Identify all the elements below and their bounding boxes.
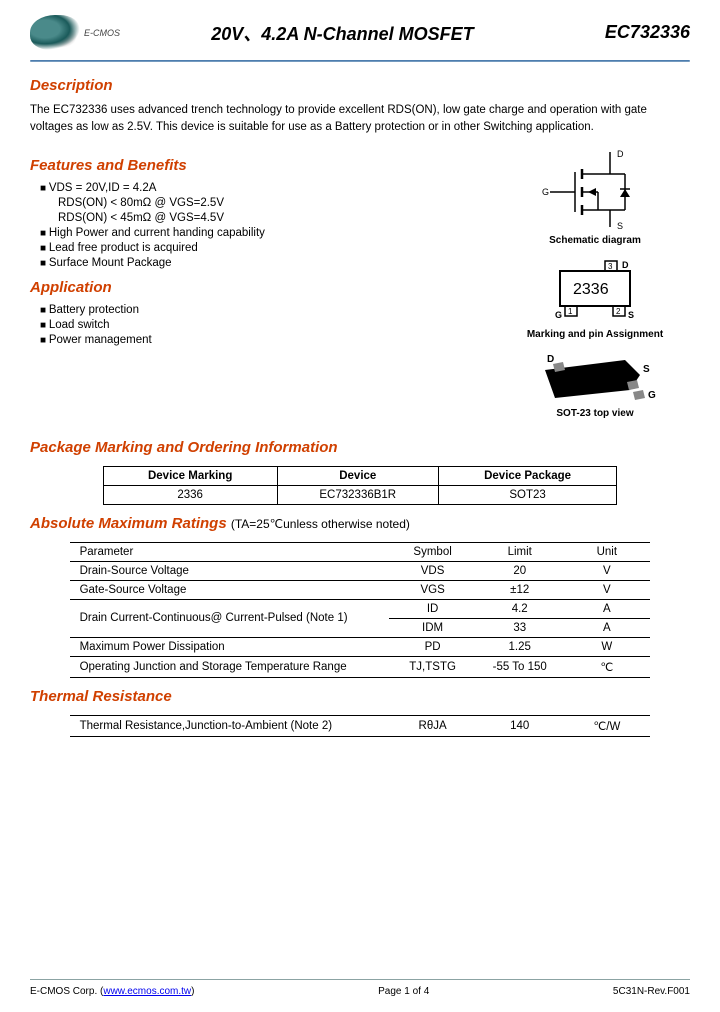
footer-url-link[interactable]: www.ecmos.com.tw — [103, 986, 191, 997]
table-row: Maximum Power Dissipation PD 1.25 W — [70, 637, 651, 656]
marking-diagram: 3 D 1 G 2 S 2336 Marking and pin Assignm… — [500, 256, 690, 340]
table-header: Symbol — [389, 542, 476, 561]
table-header: Limit — [476, 542, 563, 561]
schematic-label: Schematic diagram — [500, 235, 690, 246]
table-header: Unit — [563, 542, 650, 561]
section-absolute-max: Absolute Maximum Ratings (TA=25℃unless o… — [30, 515, 690, 532]
footer-page: Page 1 of 4 — [378, 986, 429, 997]
mosfet-schematic-icon: D G — [540, 147, 650, 232]
package-label: SOT-23 top view — [500, 408, 690, 419]
header: E-CMOS 20V、4.2A N-Channel MOSFET EC73233… — [30, 15, 690, 50]
svg-text:S: S — [643, 364, 650, 375]
svg-text:S: S — [628, 310, 634, 320]
table-row: Operating Junction and Storage Temperatu… — [70, 656, 651, 677]
svg-text:2: 2 — [616, 307, 621, 316]
section-features-title: Features and Benefits — [30, 157, 480, 174]
table-row: 2336 EC732336B1R SOT23 — [103, 485, 617, 504]
logo-swirl-icon — [30, 15, 80, 50]
list-item: Load switch — [40, 319, 480, 331]
table-row: Drain Current-Continuous@ Current-Pulsed… — [70, 599, 651, 618]
footer-left: E-CMOS Corp. (www.ecmos.com.tw) — [30, 986, 194, 997]
schematic-diagram: D G — [500, 147, 690, 246]
footer-divider — [30, 979, 690, 980]
svg-text:2336: 2336 — [573, 281, 609, 298]
table-header: Device — [277, 466, 438, 485]
svg-text:3: 3 — [608, 262, 613, 271]
svg-text:D: D — [617, 149, 624, 159]
svg-text:D: D — [547, 354, 554, 365]
description-text: The EC732336 uses advanced trench techno… — [30, 102, 690, 137]
ordering-table: Device Marking Device Device Package 233… — [103, 466, 618, 505]
section-package-marking-title: Package Marking and Ordering Information — [30, 439, 690, 456]
package-diagram: D S G SOT-23 top view — [500, 350, 690, 419]
logo-text: E-CMOS — [84, 28, 120, 38]
marking-diagram-icon: 3 D 1 G 2 S 2336 — [535, 256, 655, 326]
svg-text:S: S — [617, 221, 623, 231]
table-row: Thermal Resistance,Junction-to-Ambient (… — [70, 715, 651, 736]
ratings-table: Parameter Symbol Limit Unit Drain-Source… — [70, 542, 651, 678]
section-description-title: Description — [30, 77, 690, 94]
list-item: RDS(ON) < 80mΩ @ VGS=2.5V — [58, 197, 480, 209]
application-list: Battery protection Load switch Power man… — [40, 304, 480, 346]
sot23-package-icon: D S G — [525, 350, 665, 405]
header-divider — [30, 60, 690, 62]
list-item: High Power and current handing capabilit… — [40, 227, 480, 239]
svg-text:1: 1 — [568, 307, 573, 316]
list-item: Surface Mount Package — [40, 257, 480, 269]
marking-label: Marking and pin Assignment — [500, 329, 690, 340]
footer-rev: 5C31N-Rev.F001 — [613, 986, 690, 997]
svg-text:G: G — [648, 390, 656, 401]
table-header: Device Package — [438, 466, 617, 485]
logo: E-CMOS — [30, 15, 120, 50]
part-number: EC732336 — [605, 22, 690, 43]
table-row: Drain-Source Voltage VDS 20 V — [70, 561, 651, 580]
list-item: Power management — [40, 334, 480, 346]
table-row: Gate-Source Voltage VGS ±12 V — [70, 580, 651, 599]
list-item: VDS = 20V,ID = 4.2A — [40, 182, 480, 194]
svg-text:G: G — [542, 187, 549, 197]
list-item: Battery protection — [40, 304, 480, 316]
section-thermal-title: Thermal Resistance — [30, 688, 690, 705]
list-item: RDS(ON) < 45mΩ @ VGS=4.5V — [58, 212, 480, 224]
document-title: 20V、4.2A N-Channel MOSFET — [120, 20, 605, 46]
svg-text:D: D — [622, 260, 629, 270]
features-list: VDS = 20V,ID = 4.2A RDS(ON) < 80mΩ @ VGS… — [40, 182, 480, 269]
section-absolute-max-title: Absolute Maximum Ratings — [30, 515, 231, 532]
list-item: Lead free product is acquired — [40, 242, 480, 254]
absolute-max-note: (TA=25℃unless otherwise noted) — [231, 517, 410, 531]
footer: E-CMOS Corp. (www.ecmos.com.tw) Page 1 o… — [30, 986, 690, 997]
table-header: Parameter — [70, 542, 389, 561]
table-header: Device Marking — [103, 466, 277, 485]
thermal-table: Thermal Resistance,Junction-to-Ambient (… — [70, 715, 651, 737]
section-application-title: Application — [30, 279, 480, 296]
svg-text:G: G — [555, 310, 562, 320]
